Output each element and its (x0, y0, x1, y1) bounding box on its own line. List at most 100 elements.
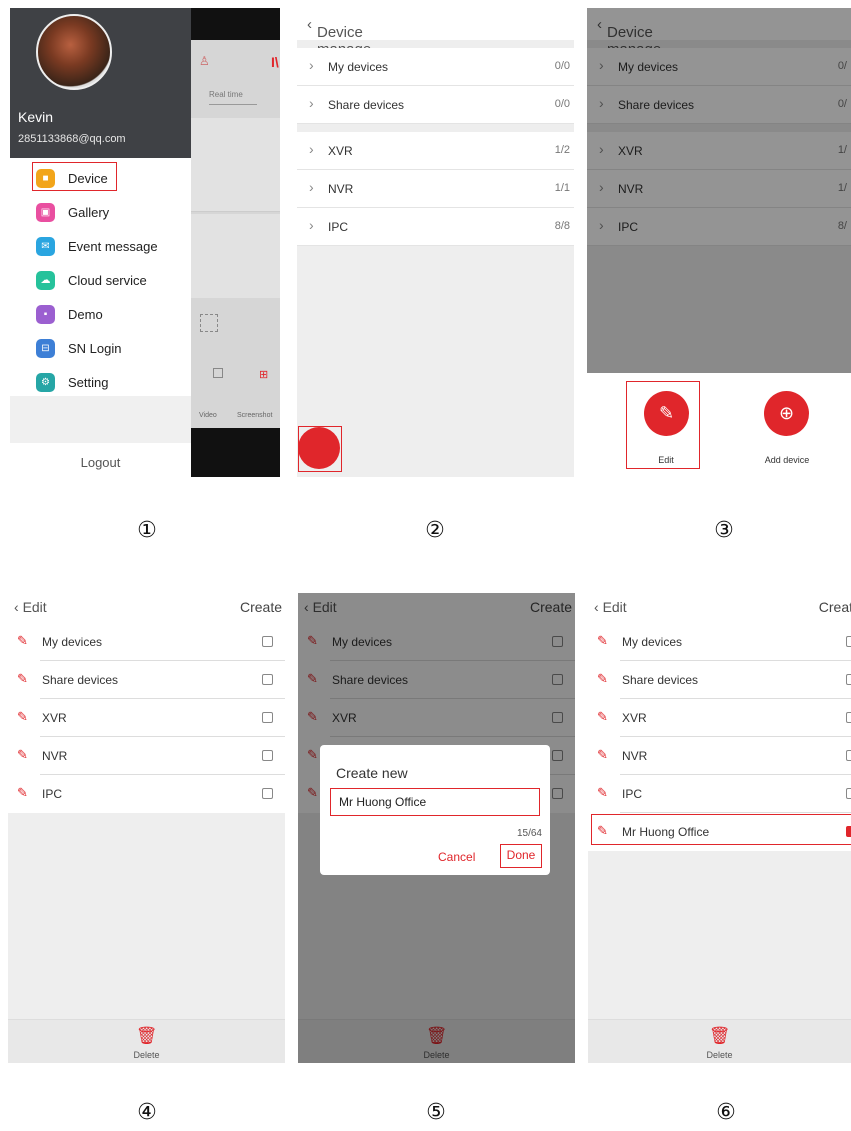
row-count: 1/2 (554, 144, 570, 156)
row-label: IPC (622, 787, 643, 801)
user-name: Kevin (18, 109, 54, 125)
row-checkbox[interactable] (262, 674, 273, 685)
trash-icon[interactable]: 🗑 (709, 1026, 731, 1046)
row-checkbox[interactable] (262, 636, 273, 647)
row-count: 0/0 (554, 98, 570, 110)
header: ‹ Device manage (297, 8, 574, 58)
add-camera-icon: ⊕ (778, 403, 795, 423)
cloud-icon: ☁ (36, 270, 55, 290)
row-count: 8/8 (554, 220, 570, 232)
row-checkbox[interactable] (846, 750, 851, 761)
edit-row[interactable]: ✎ XVR (8, 699, 285, 737)
step-number: ④ (137, 1100, 157, 1125)
row-checkbox[interactable] (846, 788, 851, 799)
pencil-icon[interactable]: ✎ (17, 671, 28, 687)
row-label: Share devices (328, 98, 405, 112)
step-number: ② (425, 518, 445, 543)
back-title[interactable]: ‹ Edit (14, 599, 47, 615)
pencil-icon[interactable]: ✎ (597, 633, 608, 649)
menu-item-demo[interactable]: ▪ Demo (36, 302, 103, 326)
gear-icon: ⚙ (36, 372, 55, 392)
user-icon: ♙ (199, 54, 210, 68)
dialog-title: Create new (336, 765, 408, 781)
group-row-my-devices[interactable]: › My devices 0/0 (297, 48, 574, 86)
edit-row[interactable]: ✎ My devices (588, 623, 851, 661)
edit-row[interactable]: ✎ XVR (588, 699, 851, 737)
menu-item-sn-login[interactable]: ⊟ SN Login (36, 336, 121, 360)
pencil-icon[interactable]: ✎ (17, 633, 28, 649)
bottom-bar: 🗑 Delete (8, 1019, 285, 1063)
tab-screenshot[interactable]: Screenshot (237, 412, 272, 419)
row-checkbox[interactable] (846, 636, 851, 647)
row-label: My devices (622, 635, 683, 649)
logout-button[interactable]: Logout (10, 455, 191, 470)
group-row-nvr[interactable]: › NVR 1/1 (297, 170, 574, 208)
panel-create-dialog: ‹ Edit Create ✎ My devices ✎ Share devices … (298, 593, 575, 1063)
row-checkbox[interactable] (262, 712, 273, 723)
pencil-icon[interactable]: ✎ (597, 747, 608, 763)
menu-item-cloud-service[interactable]: ☁ Cloud service (36, 268, 147, 292)
row-label: My devices (42, 635, 103, 649)
row-label: XVR (42, 711, 67, 725)
pencil-icon[interactable]: ✎ (17, 785, 28, 801)
highlight-new-row (591, 814, 851, 845)
group-row-share-devices[interactable]: › Share devices 0/0 (297, 86, 574, 124)
edit-row[interactable]: ✎ NVR (588, 737, 851, 775)
back-title[interactable]: ‹ Edit (594, 599, 627, 615)
pencil-icon[interactable]: ✎ (597, 671, 608, 687)
done-button[interactable]: Done (500, 844, 542, 868)
row-checkbox[interactable] (262, 788, 273, 799)
edit-row[interactable]: ✎ My devices (8, 623, 285, 661)
panel-device-manage: ‹ Device manage › My devices 0/0 › Share de… (297, 8, 574, 477)
edit-row[interactable]: ✎ IPC (588, 775, 851, 813)
create-button[interactable]: Creat (819, 599, 851, 615)
cancel-button[interactable]: Cancel (438, 850, 475, 864)
menu-item-setting[interactable]: ⚙ Setting (36, 370, 108, 394)
row-count: 0/0 (554, 60, 570, 72)
edit-row[interactable]: ✎ NVR (8, 737, 285, 775)
row-label: NVR (328, 182, 354, 196)
pencil-icon[interactable]: ✎ (597, 709, 608, 725)
row-label: My devices (328, 60, 389, 74)
row-checkbox[interactable] (262, 750, 273, 761)
menu-label: Event message (68, 238, 158, 254)
back-title[interactable]: ‹ Device manage (307, 16, 371, 58)
chevron-right-icon: › (309, 57, 314, 73)
row-label: NVR (42, 749, 68, 763)
step-number: ⑤ (426, 1100, 446, 1125)
menu-item-event-message[interactable]: ✉ Event message (36, 234, 158, 258)
add-device-label: Add device (764, 455, 810, 465)
header: ‹ Edit Creat (588, 593, 851, 623)
row-checkbox[interactable] (846, 712, 851, 723)
row-label: NVR (622, 749, 648, 763)
pencil-icon[interactable]: ✎ (17, 709, 28, 725)
chevron-right-icon: › (309, 179, 314, 195)
tab-real-time[interactable]: Real time (209, 90, 243, 99)
page-title: Edit (22, 599, 47, 615)
pencil-icon[interactable]: ✎ (597, 785, 608, 801)
tab-video[interactable]: Video (199, 412, 217, 419)
delete-button[interactable]: Delete (588, 1050, 851, 1060)
chevron-right-icon: › (309, 95, 314, 111)
group-name-input[interactable]: Mr Huong Office (330, 788, 540, 816)
pencil-icon[interactable]: ✎ (17, 747, 28, 763)
step-number: ⑥ (716, 1100, 736, 1125)
panel-device-manage-actions: ‹ Device manage ›My devices0/ ›Share dev… (587, 8, 851, 477)
edit-row[interactable]: ✎ IPC (8, 775, 285, 813)
highlight-device (32, 162, 117, 191)
edit-row[interactable]: ✎ Share devices (8, 661, 285, 699)
avatar[interactable] (36, 14, 112, 90)
row-checkbox[interactable] (846, 674, 851, 685)
menu-item-gallery[interactable]: ▣ Gallery (36, 200, 109, 224)
envelope-icon: ✉ (36, 236, 55, 256)
create-button[interactable]: Create (240, 599, 282, 615)
edit-row[interactable]: ✎ Share devices (588, 661, 851, 699)
add-device-button[interactable]: ⊕ (764, 391, 809, 436)
trash-icon[interactable]: 🗑 (136, 1026, 158, 1046)
group-row-xvr[interactable]: › XVR 1/2 (297, 132, 574, 170)
group-row-ipc[interactable]: › IPC 8/8 (297, 208, 574, 246)
panel-edit-groups: ‹ Edit Create ✎ My devices ✎ Share devices … (8, 593, 285, 1063)
panel-edit-groups-result: ‹ Edit Creat ✎ My devices ✎ Share devices ✎… (588, 593, 851, 1063)
drawer-spacer (10, 396, 191, 443)
delete-button[interactable]: Delete (8, 1050, 285, 1060)
